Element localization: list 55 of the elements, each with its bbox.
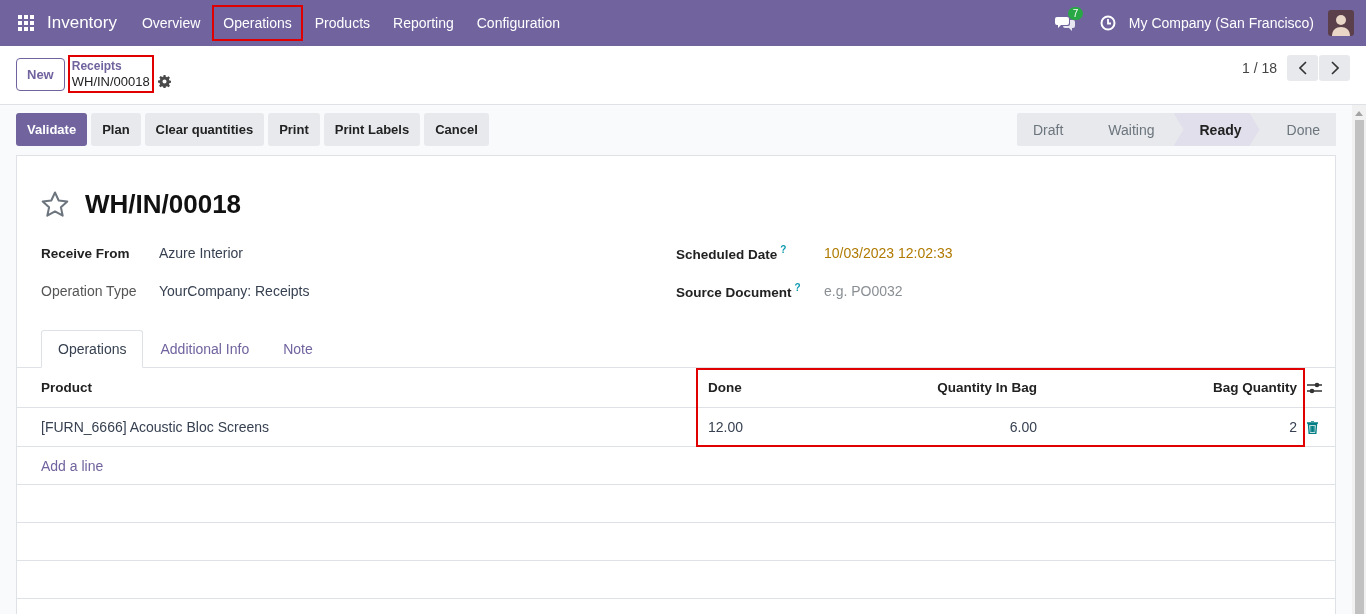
table-cell-text: [FURN_6666] Acoustic Bloc Screens	[40, 419, 270, 435]
help-tooltip[interactable]: ?	[794, 282, 801, 294]
column-header: Bag Quantity	[1212, 380, 1298, 395]
action-button[interactable]: Print Labels	[323, 113, 421, 146]
menu-item[interactable]: Overview	[130, 5, 212, 41]
record-title: WH/IN/00018	[85, 188, 242, 220]
chat-bubbles-icon[interactable]	[1054, 15, 1075, 31]
column-header: Quantity In Bag	[936, 380, 1038, 395]
field-label: Scheduled Date	[676, 246, 778, 262]
table-cell-text: 2	[1288, 419, 1298, 435]
menu-item[interactable]: Products	[303, 5, 382, 41]
chevron-left-icon	[1298, 61, 1307, 75]
table-cell-text: 12.00	[707, 419, 745, 435]
status-stage[interactable]: Ready	[1173, 113, 1260, 146]
column-settings-icon[interactable]	[1307, 380, 1322, 395]
field-label: Receive From	[41, 245, 131, 261]
scrollbar[interactable]	[1352, 105, 1366, 614]
action-button[interactable]: Cancel	[424, 113, 489, 146]
tab[interactable]: Additional Info	[143, 330, 267, 368]
field-value[interactable]: YourCompany: Receipts	[159, 283, 310, 299]
action-button[interactable]: Clear quantities	[144, 113, 265, 146]
notification-badge: 7	[1067, 7, 1084, 20]
table-cell-text: 6.00	[1008, 419, 1038, 435]
chevron-right-icon	[1330, 61, 1339, 75]
date-value[interactable]: 10/03/2023 12:02:33	[824, 245, 953, 261]
clock-icon[interactable]	[1099, 15, 1116, 31]
breadcrumb-current: WH/IN/00018	[71, 74, 150, 90]
add-line-link[interactable]: Add a line	[41, 457, 104, 474]
column-header: Done	[707, 380, 743, 395]
settings-icon[interactable]	[157, 74, 171, 88]
action-button[interactable]: Validate	[16, 113, 88, 146]
tab[interactable]: Operations	[41, 330, 144, 368]
app-name[interactable]: Inventory	[47, 13, 117, 33]
menu-item[interactable]: Operations	[212, 5, 303, 41]
next-button[interactable]	[1319, 55, 1350, 81]
star-icon[interactable]	[41, 190, 69, 218]
menu-item[interactable]: Configuration	[465, 5, 571, 41]
action-button[interactable]: Plan	[91, 113, 141, 146]
pager-counter: 1 / 18	[1241, 60, 1277, 76]
column-header: Product	[40, 380, 93, 395]
new-button[interactable]: New	[16, 57, 65, 91]
field-value[interactable]: Azure Interior	[159, 245, 244, 261]
delete-icon[interactable]	[1307, 420, 1318, 434]
breadcrumb-link[interactable]: Receipts	[71, 58, 150, 74]
help-tooltip[interactable]: ?	[780, 244, 787, 256]
field-label: Operation Type	[41, 283, 138, 299]
company-switcher[interactable]: My Company (San Francisco)	[1128, 15, 1314, 31]
apps-grid-icon[interactable]	[18, 15, 34, 31]
tab[interactable]: Note	[266, 330, 330, 368]
action-button[interactable]: Print	[268, 113, 320, 146]
avatar-icon[interactable]	[1328, 10, 1354, 36]
scrollbar-thumb[interactable]	[1354, 120, 1364, 614]
field-label: Source Document	[676, 284, 792, 300]
menu-item[interactable]: Reporting	[382, 5, 465, 41]
previous-button[interactable]	[1287, 55, 1318, 81]
